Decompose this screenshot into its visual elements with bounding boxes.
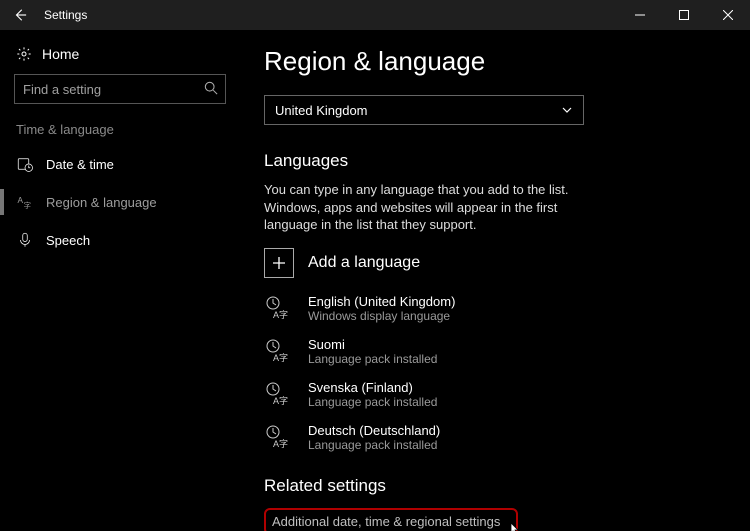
close-icon xyxy=(723,10,733,20)
back-button[interactable] xyxy=(0,0,40,30)
svg-text:A字: A字 xyxy=(273,438,288,449)
sidebar-item-label: Speech xyxy=(46,233,90,248)
language-indicator-icon: A字 xyxy=(264,294,294,322)
chevron-down-icon xyxy=(561,104,573,116)
nav-list: Date & time A字 Region & language Speech xyxy=(10,145,230,259)
main-content: Region & language United Kingdom Languag… xyxy=(240,30,750,531)
add-language-label: Add a language xyxy=(308,254,420,272)
language-sub: Language pack installed xyxy=(308,395,437,409)
sidebar: Home Time & language Date & time xyxy=(0,30,240,531)
svg-text:A: A xyxy=(18,196,24,205)
language-indicator-icon: A字 xyxy=(264,380,294,408)
language-name: Suomi xyxy=(308,337,437,352)
sidebar-item-speech[interactable]: Speech xyxy=(10,221,230,259)
sidebar-item-label: Region & language xyxy=(46,195,157,210)
settings-window: Settings Home xyxy=(0,0,750,531)
language-item[interactable]: A字 Svenska (Finland) Language pack insta… xyxy=(264,380,730,409)
svg-text:A字: A字 xyxy=(273,352,288,363)
language-indicator-icon: A字 xyxy=(264,337,294,365)
category-label: Time & language xyxy=(10,122,230,145)
maximize-icon xyxy=(679,10,689,20)
svg-text:字: 字 xyxy=(24,200,32,210)
home-label: Home xyxy=(42,46,79,62)
language-globe-icon: A字 xyxy=(16,193,34,211)
home-button[interactable]: Home xyxy=(10,44,230,72)
minimize-icon xyxy=(635,10,645,20)
language-name: Deutsch (Deutschland) xyxy=(308,423,440,438)
sidebar-item-date-time[interactable]: Date & time xyxy=(10,145,230,183)
country-dropdown-value: United Kingdom xyxy=(275,103,368,118)
language-item[interactable]: A字 English (United Kingdom) Windows disp… xyxy=(264,294,730,323)
country-dropdown[interactable]: United Kingdom xyxy=(264,95,584,125)
language-name: Svenska (Finland) xyxy=(308,380,437,395)
search-input[interactable] xyxy=(14,74,226,104)
language-item[interactable]: A字 Deutsch (Deutschland) Language pack i… xyxy=(264,423,730,452)
languages-description: You can type in any language that you ad… xyxy=(264,181,604,234)
cursor-pointer-icon xyxy=(506,521,522,531)
titlebar: Settings xyxy=(0,0,750,30)
clock-calendar-icon xyxy=(16,155,34,173)
language-indicator-icon: A字 xyxy=(264,423,294,451)
close-button[interactable] xyxy=(706,0,750,30)
language-sub: Language pack installed xyxy=(308,438,440,452)
add-language-button[interactable]: Add a language xyxy=(264,248,730,278)
minimize-button[interactable] xyxy=(618,0,662,30)
sidebar-item-region-language[interactable]: A字 Region & language xyxy=(10,183,230,221)
language-item[interactable]: A字 Suomi Language pack installed xyxy=(264,337,730,366)
plus-icon xyxy=(264,248,294,278)
window-controls xyxy=(618,0,750,30)
microphone-icon xyxy=(16,231,34,249)
language-sub: Language pack installed xyxy=(308,352,437,366)
maximize-button[interactable] xyxy=(662,0,706,30)
languages-heading: Languages xyxy=(264,151,730,171)
language-sub: Windows display language xyxy=(308,309,455,323)
language-list: A字 English (United Kingdom) Windows disp… xyxy=(264,294,730,452)
language-name: English (United Kingdom) xyxy=(308,294,455,309)
page-title: Region & language xyxy=(264,46,730,77)
arrow-left-icon xyxy=(13,8,27,22)
search-icon xyxy=(204,81,218,95)
sidebar-item-label: Date & time xyxy=(46,157,114,172)
search-field-wrap xyxy=(14,74,226,104)
related-settings-heading: Related settings xyxy=(264,476,730,496)
gear-icon xyxy=(16,46,32,62)
window-title: Settings xyxy=(40,8,87,22)
svg-text:A字: A字 xyxy=(273,309,288,320)
svg-text:A字: A字 xyxy=(273,395,288,406)
additional-settings-link[interactable]: Additional date, time & regional setting… xyxy=(264,508,518,531)
